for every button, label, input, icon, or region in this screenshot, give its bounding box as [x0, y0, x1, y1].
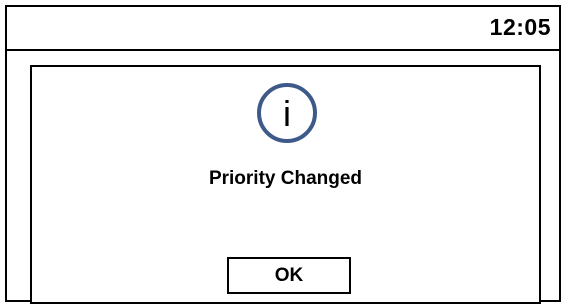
- ok-button[interactable]: OK: [227, 257, 351, 294]
- info-dialog: i Priority Changed OK: [30, 65, 541, 304]
- clock: 12:05: [489, 14, 551, 40]
- dialog-message: Priority Changed: [208, 168, 363, 189]
- info-icon-glyph: i: [283, 93, 291, 134]
- status-bar: 12:05: [7, 7, 559, 51]
- info-icon: i: [257, 83, 317, 143]
- device-screen: 12:05 i Priority Changed OK: [5, 5, 561, 304]
